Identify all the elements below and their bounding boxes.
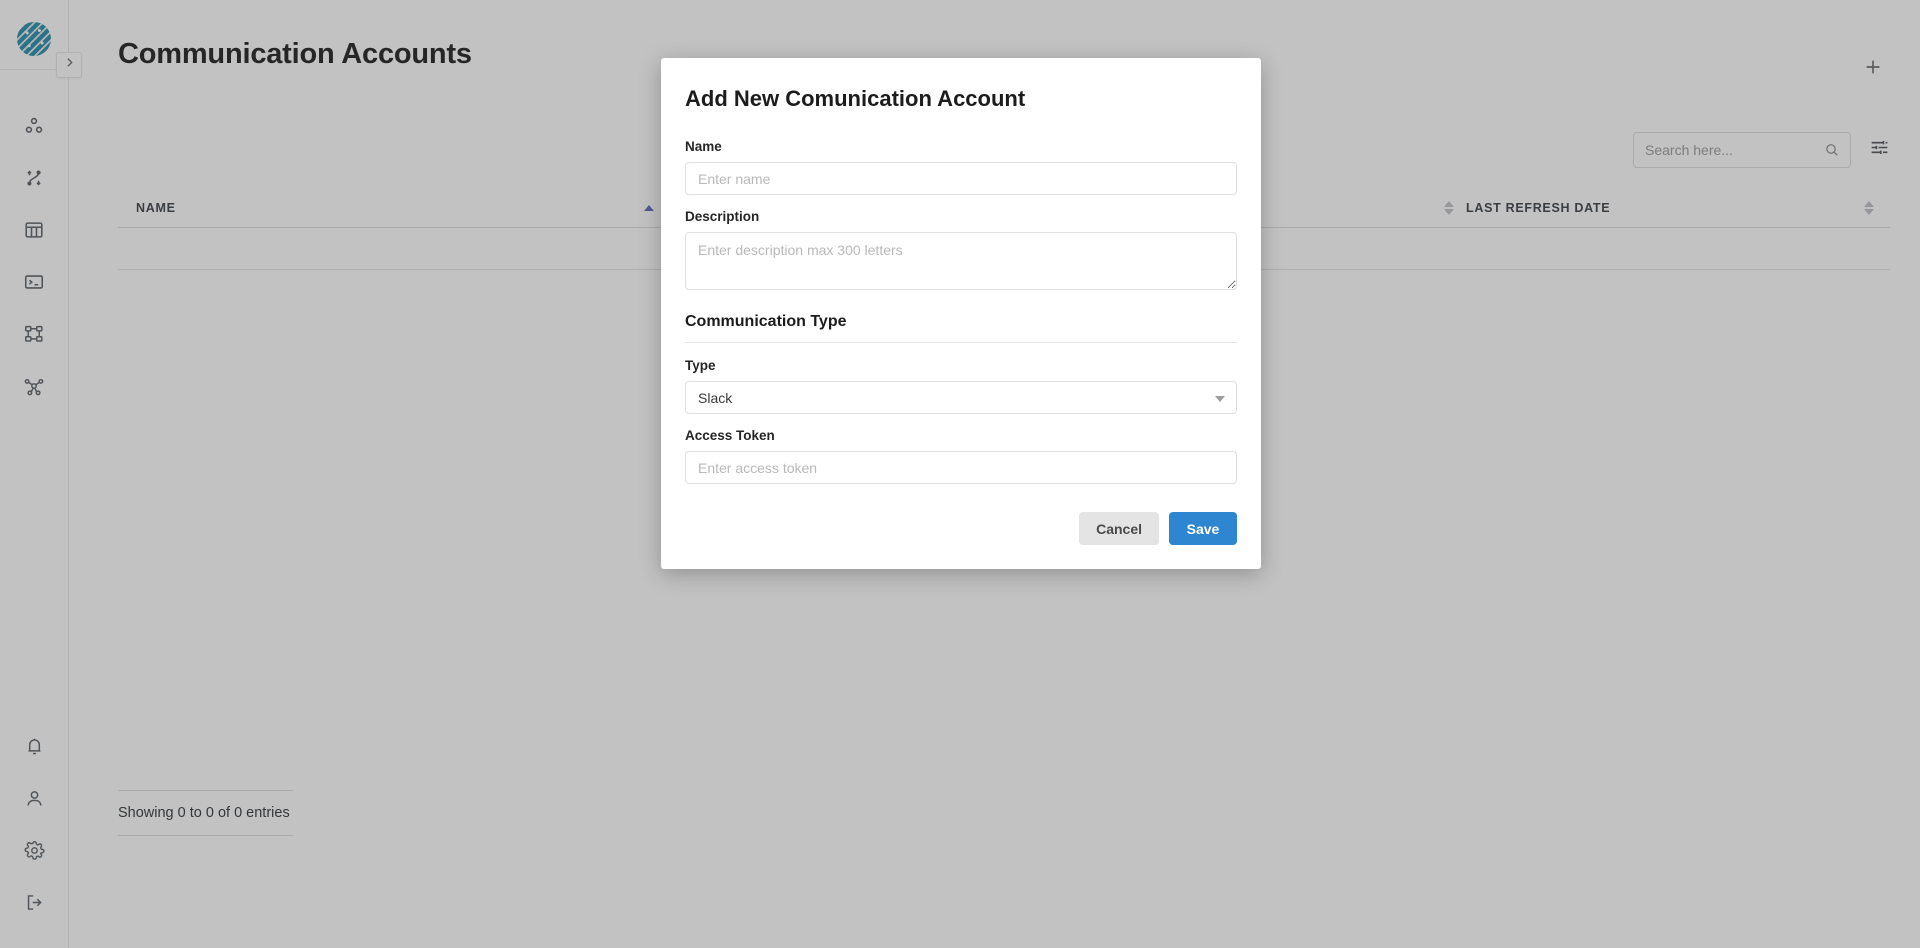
label-name: Name xyxy=(685,139,722,154)
save-button[interactable]: Save xyxy=(1169,512,1237,545)
app-root: Communication Accounts Search here... NA… xyxy=(0,0,1920,948)
field-access-token: Access Token xyxy=(685,428,1237,484)
cancel-button[interactable]: Cancel xyxy=(1079,512,1159,545)
label-description: Description xyxy=(685,209,760,224)
type-select[interactable]: Slack xyxy=(685,381,1237,414)
label-access-token: Access Token xyxy=(685,428,775,443)
label-type: Type xyxy=(685,358,716,373)
section-communication-type: Communication Type xyxy=(685,313,1237,343)
add-account-modal: Add New Comunication Account Name Descri… xyxy=(661,58,1261,569)
name-input[interactable] xyxy=(685,162,1237,195)
field-description: Description xyxy=(685,209,1237,295)
access-token-input[interactable] xyxy=(685,451,1237,484)
field-name: Name xyxy=(685,139,1237,195)
modal-title: Add New Comunication Account xyxy=(685,86,1026,111)
field-type: Type Slack xyxy=(685,358,1237,414)
description-textarea[interactable] xyxy=(685,232,1237,290)
modal-actions: Cancel Save xyxy=(685,512,1237,545)
type-select-wrapper[interactable]: Slack xyxy=(685,381,1237,414)
